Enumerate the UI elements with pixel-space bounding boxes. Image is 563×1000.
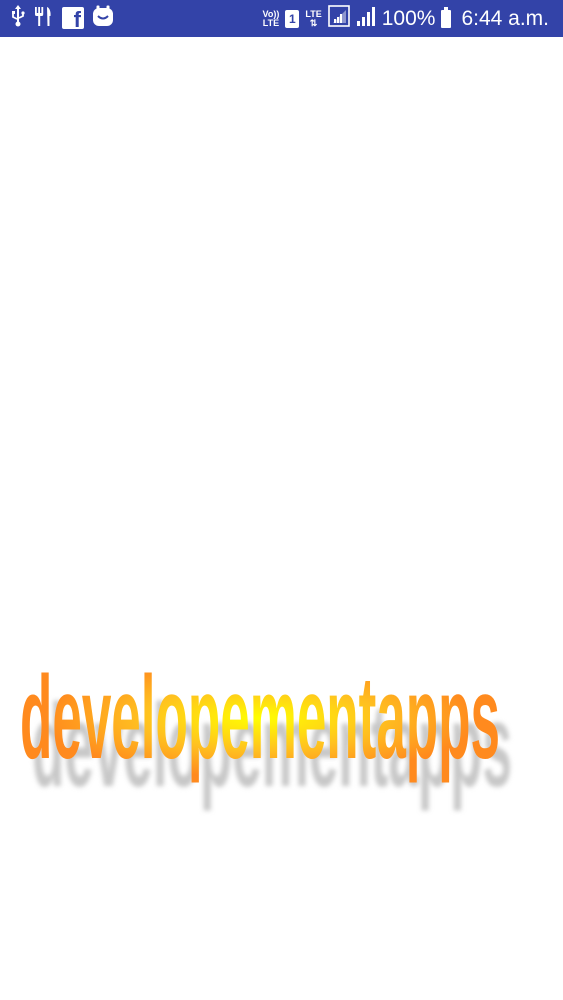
status-bar: f Vo)) LTE 1 LTE ⇅ 100% 6:44 a.m. xyxy=(0,0,563,37)
app-notification-icon xyxy=(92,5,114,32)
battery-percent: 100% xyxy=(381,6,436,30)
volte-bottom-label: LTE xyxy=(262,17,280,28)
restaurant-icon xyxy=(34,5,54,32)
system-status: Vo)) LTE 1 LTE ⇅ 100% 6:44 a.m. xyxy=(263,0,549,37)
usb-icon xyxy=(10,4,26,32)
battery-icon xyxy=(441,6,452,28)
volte-indicator: Vo)) LTE xyxy=(262,9,280,28)
lte-indicator: LTE ⇅ xyxy=(305,9,321,28)
logo-text: developementapps xyxy=(20,652,500,784)
logo-area: developementapps developementapps xyxy=(0,600,563,820)
signal-sim2-icon xyxy=(356,6,376,31)
logo-graphic: developementapps developementapps xyxy=(20,652,512,812)
signal-sim1-icon xyxy=(327,5,350,32)
data-arrows-icon: ⇅ xyxy=(309,17,318,28)
sim-slot-icon: 1 xyxy=(285,9,300,28)
facebook-icon: f xyxy=(62,7,84,31)
clock: 6:44 a.m. xyxy=(461,6,549,30)
notification-icons: f xyxy=(10,4,114,32)
